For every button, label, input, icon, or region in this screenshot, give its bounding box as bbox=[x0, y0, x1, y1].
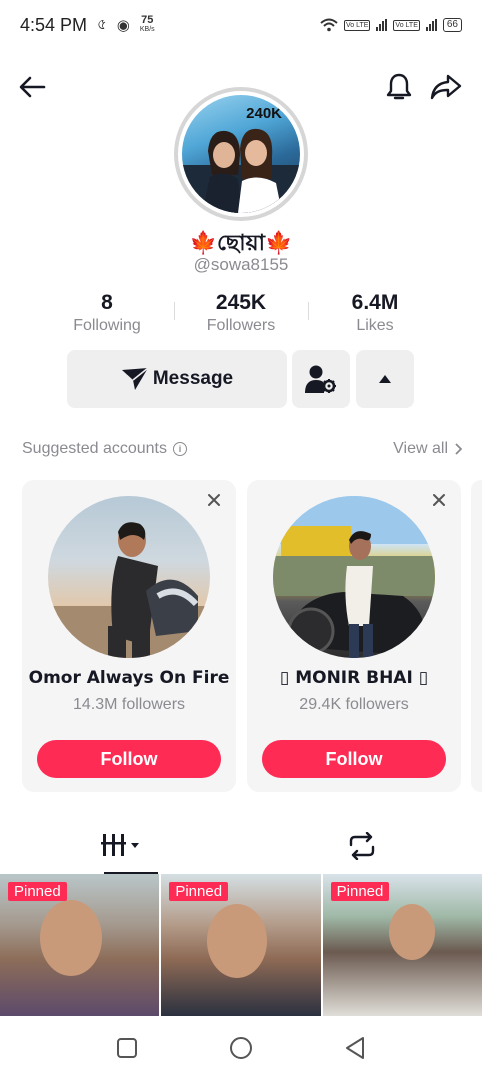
recent-apps-icon[interactable] bbox=[116, 1037, 138, 1059]
suggested-account-avatar[interactable] bbox=[48, 496, 210, 658]
avatar-badge-text: 240K bbox=[246, 105, 282, 122]
chevron-right-icon bbox=[455, 443, 462, 455]
tab-reposts[interactable] bbox=[241, 826, 482, 874]
thumbnail-face bbox=[388, 904, 435, 960]
message-button-label: Message bbox=[152, 368, 234, 389]
video-thumbnail[interactable]: Pinned bbox=[322, 874, 482, 1016]
status-bar: 4:54 PM ৫ ◉ 75 KB/s Vo LTE Vo LTE 66 bbox=[0, 0, 482, 50]
home-icon[interactable] bbox=[229, 1036, 253, 1060]
username: @sowa8155 bbox=[193, 255, 289, 274]
person-gear-icon bbox=[305, 365, 336, 393]
suggested-avatar-illustration bbox=[273, 496, 435, 658]
video-thumbnail[interactable]: Pinned bbox=[0, 874, 160, 1016]
battery-icon: 66 bbox=[442, 18, 462, 32]
network-speed-value: 75 bbox=[141, 14, 154, 26]
more-options-button[interactable] bbox=[356, 350, 414, 408]
signal-icon-1 bbox=[376, 19, 388, 31]
stat-likes-value: 6.4M bbox=[351, 291, 399, 314]
back-button[interactable] bbox=[14, 69, 50, 105]
info-icon[interactable]: i bbox=[173, 442, 187, 456]
suggested-accounts-header: Suggested accounts i View all bbox=[22, 440, 462, 458]
stat-followers-label: Followers bbox=[206, 317, 276, 334]
stat-following-value: 8 bbox=[101, 291, 113, 314]
volte-badge-1: Vo LTE bbox=[343, 19, 371, 31]
profile-content-tabs bbox=[0, 826, 482, 874]
suggested-avatar-illustration bbox=[48, 522, 210, 658]
friend-settings-button[interactable] bbox=[292, 350, 350, 408]
pinned-badge: Pinned bbox=[169, 882, 229, 901]
stat-following[interactable]: 8 Following bbox=[40, 290, 174, 336]
suggested-account-avatar[interactable] bbox=[273, 496, 435, 658]
suggested-account-name: Omor Always On Fire bbox=[28, 668, 230, 688]
caret-up-icon bbox=[379, 375, 391, 383]
stat-likes[interactable]: 6.4M Likes bbox=[308, 290, 442, 336]
volte-badge-2: Vo LTE bbox=[393, 19, 420, 31]
stat-following-label: Following bbox=[73, 317, 141, 334]
view-all-link[interactable]: View all bbox=[393, 440, 462, 458]
share-icon bbox=[430, 74, 462, 100]
stat-followers-value: 245K bbox=[215, 291, 267, 314]
avatar-photo-illustration bbox=[182, 128, 300, 213]
profile-stats: 8 Following 245K Followers 6.4M Likes bbox=[40, 290, 442, 336]
stat-followers[interactable]: 245K Followers bbox=[174, 290, 308, 336]
profile-avatar-ring[interactable]: 240K bbox=[174, 87, 308, 221]
back-triangle-icon[interactable] bbox=[344, 1036, 366, 1060]
pinned-badge: Pinned bbox=[330, 882, 390, 901]
bell-icon bbox=[386, 73, 412, 100]
close-icon[interactable] bbox=[431, 492, 447, 508]
thumbnail-face bbox=[40, 900, 102, 976]
video-thumbnail[interactable]: Pinned bbox=[161, 874, 321, 1016]
repost-icon bbox=[349, 832, 374, 860]
suggested-account-name: ▯ MONIR BHAI ▯ bbox=[279, 668, 429, 688]
follow-button[interactable]: Follow bbox=[262, 740, 446, 778]
record-icon: ◉ bbox=[116, 17, 130, 34]
signal-icon-2 bbox=[425, 19, 437, 31]
suggested-account-card-partial[interactable] bbox=[471, 480, 482, 792]
system-navigation-bar bbox=[0, 1016, 482, 1080]
status-right: Vo LTE Vo LTE 66 bbox=[320, 18, 462, 32]
follow-button[interactable]: Follow bbox=[37, 740, 221, 778]
notification-bell-button[interactable] bbox=[381, 69, 417, 105]
back-arrow-icon bbox=[19, 76, 46, 98]
wifi-icon bbox=[320, 18, 338, 32]
stat-likes-label: Likes bbox=[356, 317, 394, 334]
suggested-accounts-title: Suggested accounts i bbox=[22, 440, 187, 458]
suggested-account-card[interactable]: ▯ MONIR BHAI ▯ 29.4K followers Follow bbox=[247, 480, 461, 792]
suggested-account-followers: 29.4K followers bbox=[299, 696, 409, 713]
thumbnail-face bbox=[207, 904, 268, 978]
status-time: 4:54 PM bbox=[20, 14, 88, 35]
share-button[interactable] bbox=[428, 69, 464, 105]
close-icon[interactable] bbox=[206, 492, 222, 508]
message-button[interactable]: Message bbox=[67, 350, 287, 408]
profile-avatar: 240K bbox=[182, 95, 300, 213]
suggested-accounts-title-text: Suggested accounts bbox=[22, 440, 167, 457]
video-grid: Pinned Pinned Pinned bbox=[0, 874, 482, 1016]
network-speed: 75 KB/s bbox=[139, 14, 155, 34]
suggested-account-followers: 14.3M followers bbox=[72, 696, 186, 713]
grid-videos-icon bbox=[100, 834, 139, 856]
status-left: 4:54 PM ৫ ◉ 75 KB/s bbox=[20, 13, 155, 38]
tab-videos[interactable] bbox=[0, 826, 241, 874]
network-speed-unit: KB/s bbox=[139, 26, 155, 33]
view-all-label: View all bbox=[393, 440, 448, 457]
message-send-icon bbox=[121, 367, 149, 390]
suggested-account-card[interactable]: Omor Always On Fire 14.3M followers Foll… bbox=[22, 480, 236, 792]
app-notification-icon: ৫ bbox=[97, 15, 107, 33]
pinned-badge: Pinned bbox=[8, 882, 67, 901]
